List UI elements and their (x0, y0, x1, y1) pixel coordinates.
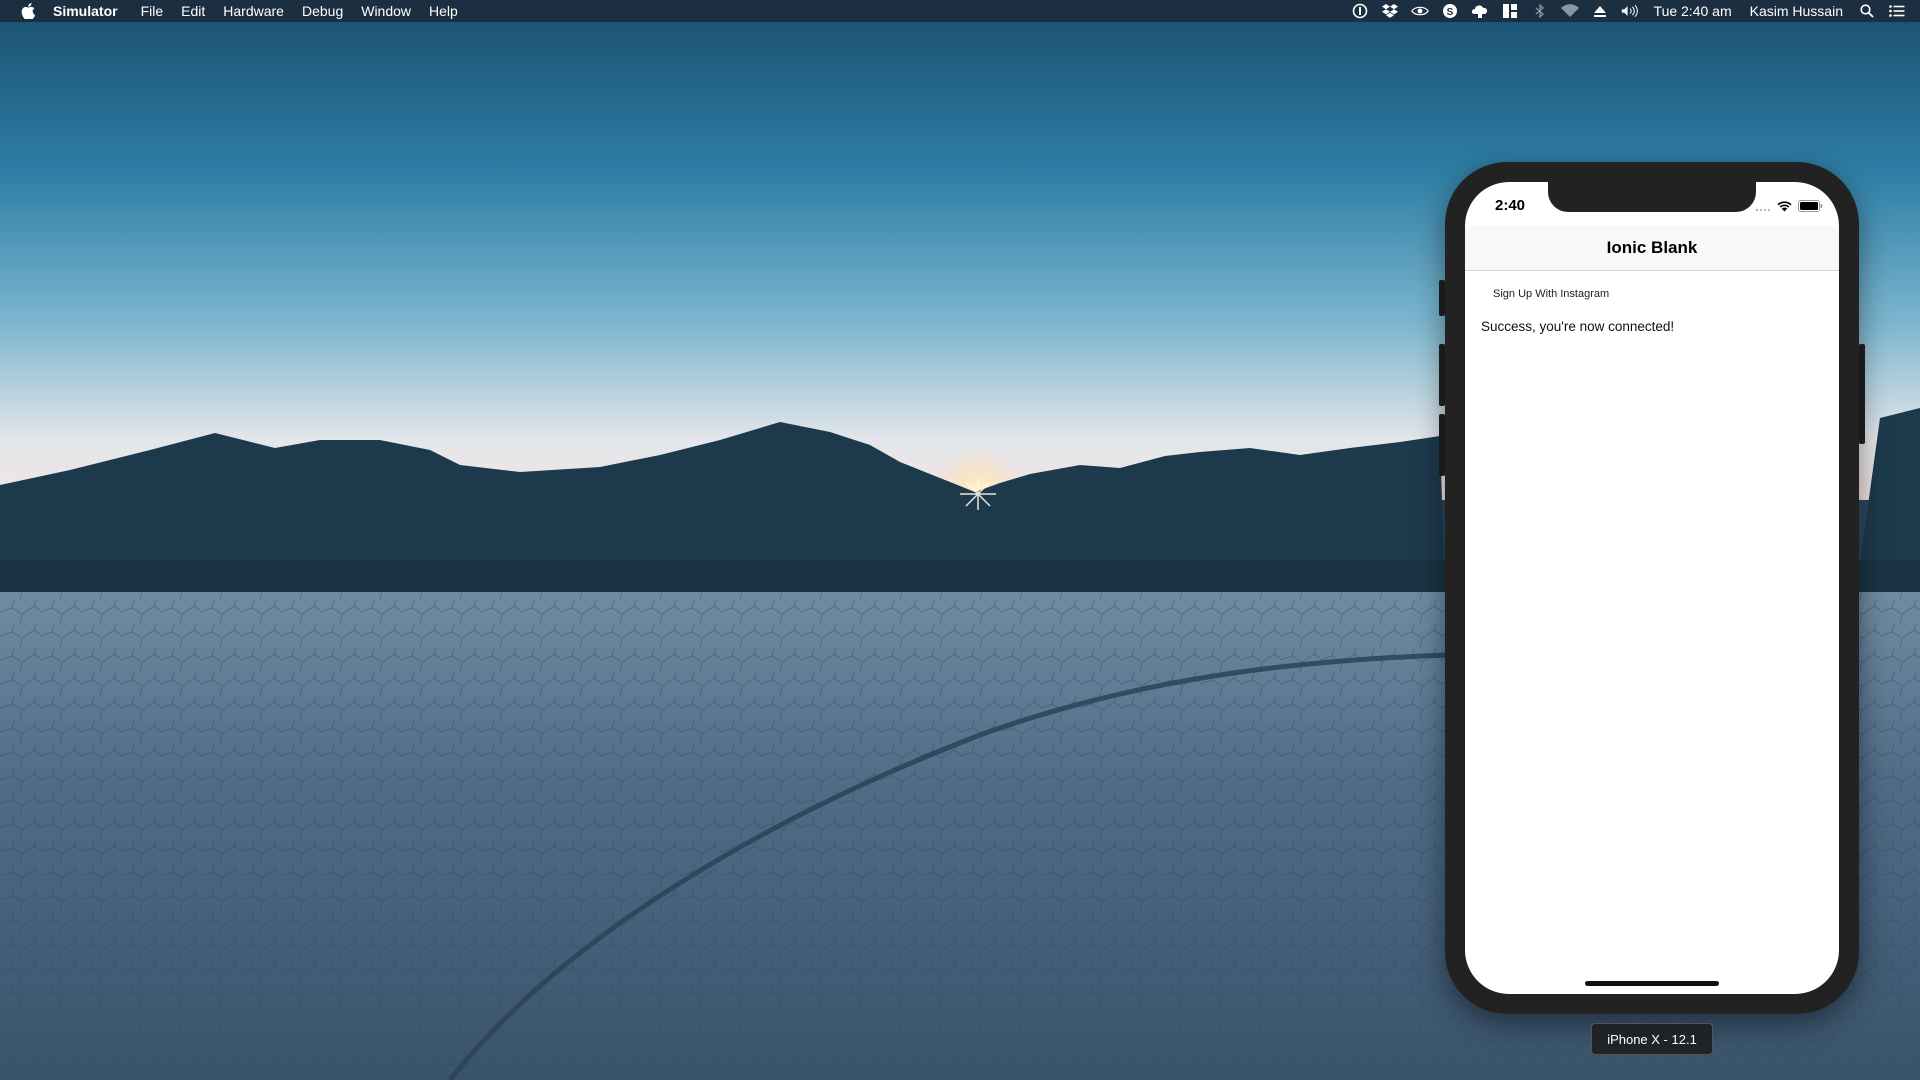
volume-down-button[interactable] (1439, 414, 1445, 476)
bluetooth-icon[interactable] (1531, 3, 1549, 19)
menu-debug[interactable]: Debug (293, 0, 352, 22)
device-screen: 2:40 Ionic Blank Sign Up With Instagram … (1465, 182, 1839, 994)
svg-text:S: S (1446, 7, 1453, 18)
1password-icon[interactable] (1351, 3, 1369, 19)
menubar-user[interactable]: Kasim Hussain (1741, 3, 1852, 19)
tiling-icon[interactable] (1501, 3, 1519, 19)
simulator-device: 2:40 Ionic Blank Sign Up With Instagram … (1439, 162, 1865, 1014)
menu-edit[interactable]: Edit (172, 0, 214, 22)
device-label: iPhone X - 12.1 (1591, 1023, 1713, 1055)
spotlight-search-icon[interactable] (1858, 3, 1876, 19)
status-bar-icons (1755, 199, 1823, 217)
wifi-icon (1777, 199, 1792, 217)
skype-icon[interactable]: S (1441, 3, 1459, 19)
notification-center-icon[interactable] (1888, 3, 1906, 19)
status-bar-time: 2:40 (1495, 197, 1526, 214)
wifi-icon[interactable] (1560, 3, 1579, 19)
menu-file[interactable]: File (132, 0, 173, 22)
volume-up-button[interactable] (1439, 344, 1445, 406)
apple-logo-icon[interactable] (21, 3, 35, 19)
mute-switch[interactable] (1439, 280, 1445, 316)
cellular-signal-icon (1755, 199, 1771, 217)
menubar-clock[interactable]: Tue 2:40 am (1645, 3, 1741, 19)
home-indicator[interactable] (1585, 981, 1719, 986)
menu-help[interactable]: Help (420, 0, 467, 22)
app-header: Ionic Blank (1465, 226, 1839, 271)
menu-hardware[interactable]: Hardware (214, 0, 293, 22)
device-notch (1548, 182, 1756, 212)
eject-icon[interactable] (1591, 3, 1609, 19)
nvidia-icon[interactable] (1410, 3, 1429, 19)
menu-bar: Simulator File Edit Hardware Debug Windo… (0, 0, 1920, 22)
signup-instagram-button[interactable]: Sign Up With Instagram (1481, 283, 1621, 305)
menu-app-name[interactable]: Simulator (53, 0, 132, 22)
side-power-button[interactable] (1859, 344, 1865, 444)
menu-window[interactable]: Window (352, 0, 420, 22)
battery-icon (1798, 199, 1823, 217)
dropbox-icon[interactable] (1381, 3, 1399, 19)
volume-icon[interactable] (1621, 3, 1639, 19)
success-message: Success, you're now connected! (1481, 319, 1675, 334)
creative-cloud-icon[interactable] (1471, 3, 1489, 19)
page-title: Ionic Blank (1606, 238, 1698, 257)
